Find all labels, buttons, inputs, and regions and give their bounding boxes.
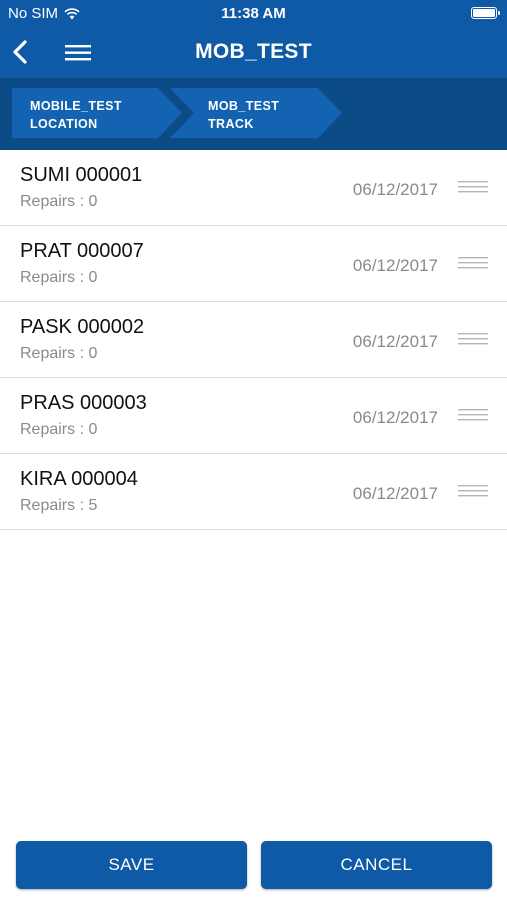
item-title: PRAT 000007 xyxy=(20,240,144,262)
item-date: 06/12/2017 xyxy=(352,256,438,275)
drag-handle-icon[interactable] xyxy=(458,484,488,498)
breadcrumb-label: MOB_TEST TRACK xyxy=(208,97,279,133)
item-title: PASK 000002 xyxy=(20,316,145,338)
drag-handle-icon[interactable] xyxy=(458,180,488,194)
list-item[interactable]: PASK 000002 Repairs : 0 06/12/2017 xyxy=(0,302,507,378)
list-item[interactable]: SUMI 000001 Repairs : 0 06/12/2017 xyxy=(0,150,507,226)
breadcrumb-line2: LOCATION xyxy=(30,117,98,131)
breadcrumb-label: MOBILE_TEST LOCATION xyxy=(30,97,122,133)
cancel-button[interactable]: CANCEL xyxy=(261,841,492,889)
breadcrumb-line1: MOBILE_TEST xyxy=(30,99,122,113)
breadcrumb-line2: TRACK xyxy=(208,117,254,131)
item-date: 06/12/2017 xyxy=(352,332,438,351)
breadcrumb-line1: MOB_TEST xyxy=(208,99,280,113)
nav-bar: MOB_TEST xyxy=(0,28,507,78)
drag-handle-icon[interactable] xyxy=(458,332,488,346)
item-repairs: Repairs : 0 xyxy=(20,421,98,438)
item-repairs: Repairs : 0 xyxy=(20,269,98,286)
list-item[interactable]: KIRA 000004 Repairs : 5 06/12/2017 xyxy=(0,454,507,530)
item-repairs: Repairs : 0 xyxy=(20,345,98,362)
item-date: 06/12/2017 xyxy=(352,180,438,199)
list-item[interactable]: PRAS 000003 Repairs : 0 06/12/2017 xyxy=(0,378,507,454)
drag-handle-icon[interactable] xyxy=(458,256,488,270)
item-list: SUMI 000001 Repairs : 0 06/12/2017 PRAT … xyxy=(0,150,507,530)
breadcrumb: MOBILE_TEST LOCATION MOB_TEST TRACK xyxy=(0,78,507,150)
item-repairs: Repairs : 0 xyxy=(20,193,98,210)
save-button[interactable]: SAVE xyxy=(16,841,247,889)
item-date: 06/12/2017 xyxy=(352,484,438,503)
page-title: MOB_TEST xyxy=(195,40,312,63)
item-title: KIRA 000004 xyxy=(20,468,138,490)
list-item[interactable]: PRAT 000007 Repairs : 0 06/12/2017 xyxy=(0,226,507,302)
item-title: PRAS 000003 xyxy=(20,392,147,414)
status-time: 11:38 AM xyxy=(221,5,286,22)
item-repairs: Repairs : 5 xyxy=(20,497,98,514)
status-bar: No SIM 11:38 AM xyxy=(0,0,507,28)
battery-icon xyxy=(471,7,500,19)
breadcrumb-item-location[interactable]: MOBILE_TEST LOCATION xyxy=(10,88,182,138)
item-title: SUMI 000001 xyxy=(20,164,143,186)
drag-handle-icon[interactable] xyxy=(458,408,488,422)
breadcrumb-item-track[interactable]: MOB_TEST TRACK xyxy=(170,88,342,138)
item-date: 06/12/2017 xyxy=(352,408,438,427)
